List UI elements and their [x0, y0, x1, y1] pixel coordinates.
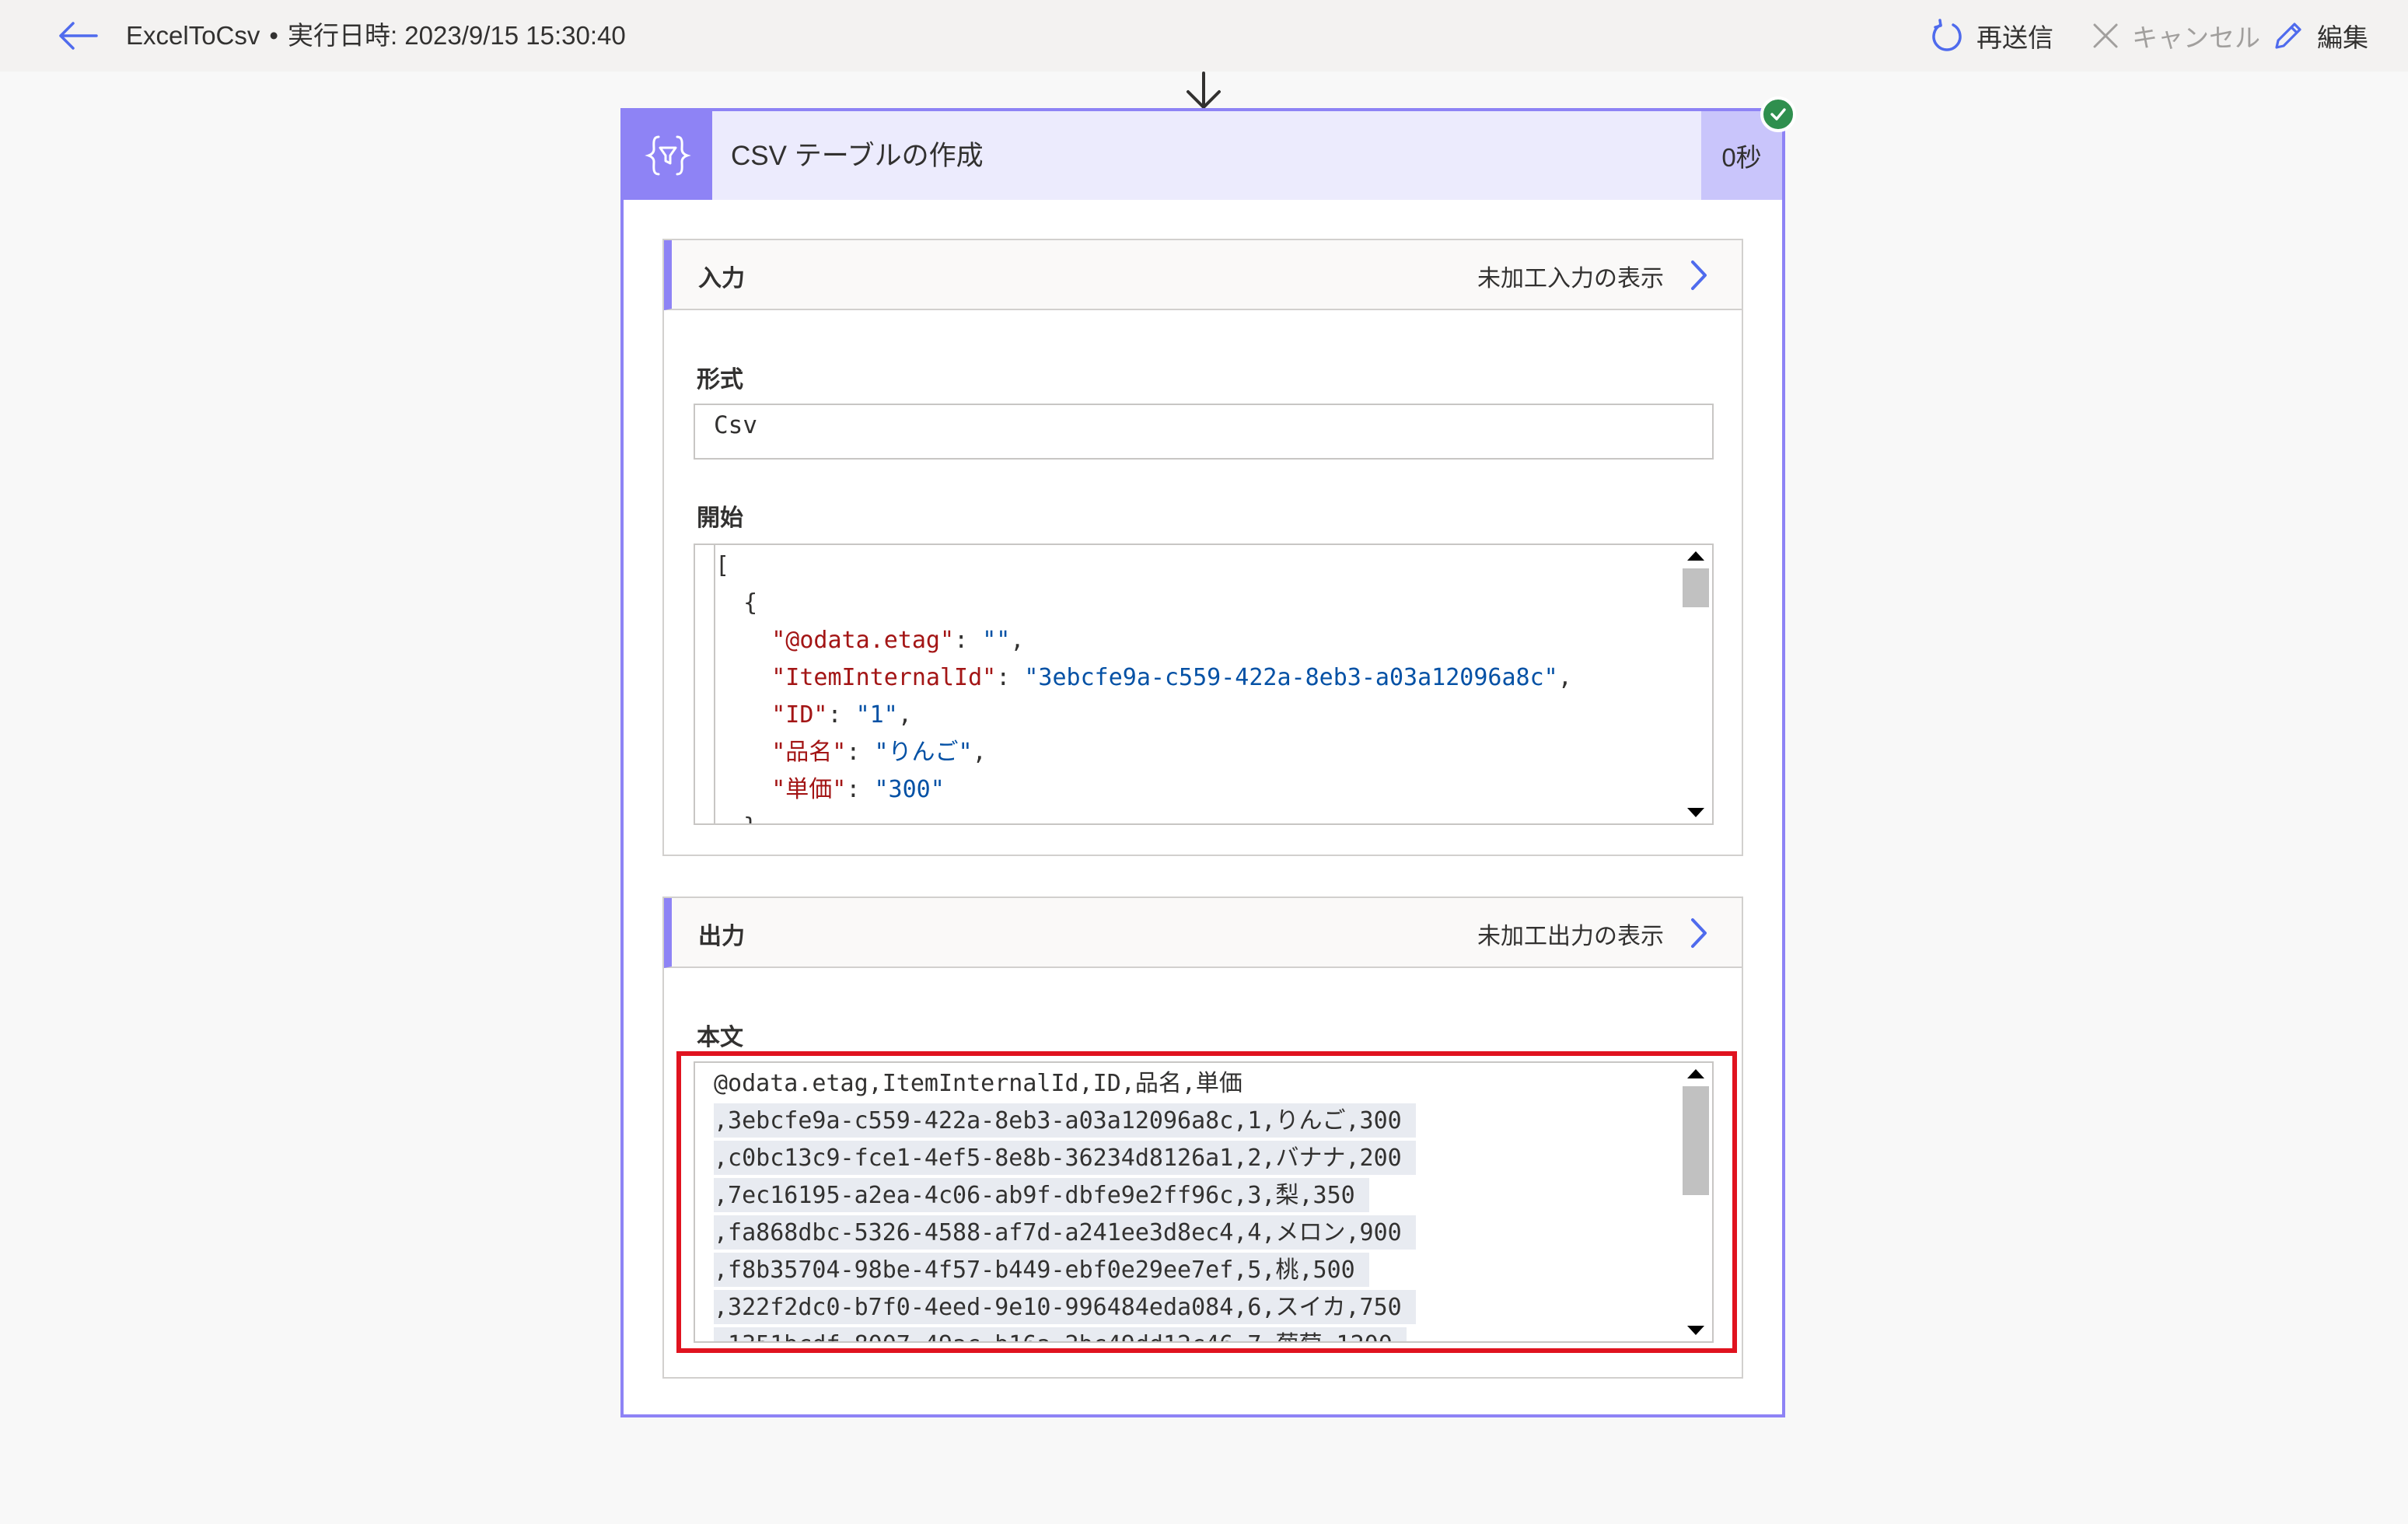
- run-timestamp: 実行日時: 2023/9/15 15:30:40: [287, 21, 626, 50]
- run-title: ExcelToCsv • 実行日時: 2023/9/15 15:30:40: [126, 19, 626, 53]
- json-line: "品名": "りんご",: [715, 735, 987, 771]
- json-line: },: [715, 809, 771, 823]
- json-line: "ID": "1",: [715, 697, 912, 733]
- connector-arrow-icon: [1187, 72, 1221, 109]
- json-key: "ID": [771, 701, 828, 729]
- command-bar: ExcelToCsv • 実行日時: 2023/9/15 15:30:40 再送信 …: [0, 0, 2408, 72]
- action-title: CSV テーブルの作成: [731, 141, 984, 171]
- show-raw-outputs-link[interactable]: 未加工出力の表示: [1477, 917, 1664, 951]
- refresh-icon: [1932, 19, 1962, 51]
- scrollbar-thumb[interactable]: [1683, 568, 1709, 607]
- resubmit-button[interactable]: 再送信: [1930, 16, 2053, 56]
- chevron-right-icon[interactable]: [1687, 257, 1711, 293]
- json-punctuation: ,: [1010, 627, 1025, 654]
- json-line: "ItemInternalId": "3ebcfe9a-c559-422a-8e…: [715, 660, 1572, 696]
- scrollbar-thumb[interactable]: [1683, 1086, 1709, 1195]
- csv-row-line: ,3ebcfe9a-c559-422a-8eb3-a03a12096a8c,1,…: [714, 1103, 1416, 1138]
- body-csv-viewer[interactable]: @odata.etag,ItemInternalId,ID,品名,単価 ,3ebc…: [694, 1061, 1714, 1343]
- action-card: CSV テーブルの作成 0秒 入力 未加工入力の表示 形式 Csv 開始 [ {…: [620, 108, 1785, 1417]
- json-code: [ { "@odata.etag": "", "ItemInternalId":…: [714, 545, 1673, 823]
- json-punctuation: [715, 739, 771, 766]
- outputs-header: 出力 未加工出力の表示: [664, 898, 1742, 968]
- csv-row-line: ,f8b35704-98be-4f57-b449-ebf0e29ee7ef,5,…: [714, 1253, 1369, 1287]
- outputs-title: 出力: [698, 924, 745, 949]
- csv-row-line: ,c0bc13c9-fce1-4ef5-8e8b-36234d8126a1,2,…: [714, 1141, 1416, 1175]
- duration-value: 0秒: [1721, 143, 1762, 172]
- scroll-up-arrow-icon[interactable]: [1687, 551, 1704, 561]
- json-key: "@odata.etag": [771, 627, 955, 654]
- json-punctuation: :: [846, 739, 875, 766]
- json-string: "3ebcfe9a-c559-422a-8eb3-a03a12096a8c": [1024, 664, 1558, 691]
- csv-row-line: ,fa868dbc-5326-4588-af7d-a241ee3d8ec4,4,…: [714, 1215, 1416, 1250]
- edit-button[interactable]: 編集: [2272, 16, 2368, 56]
- back-arrow-icon[interactable]: [58, 20, 98, 51]
- resubmit-label: 再送信: [1976, 23, 2053, 52]
- json-punctuation: ,: [1557, 664, 1572, 691]
- edit-label: 編集: [2317, 23, 2368, 52]
- json-punctuation: :: [996, 664, 1025, 691]
- cancel-label: キャンセル: [2132, 23, 2260, 52]
- close-icon: [2093, 23, 2118, 48]
- csv-row-line: ,7ec16195-a2ea-4c06-ab9f-dbfe9e2ff96c,3,…: [714, 1178, 1369, 1212]
- success-check-icon: [1760, 96, 1796, 132]
- format-value: Csv: [714, 411, 757, 439]
- inputs-header: 入力 未加工入力の表示: [664, 240, 1742, 310]
- json-punctuation: {: [715, 589, 758, 617]
- json-punctuation: [715, 776, 771, 803]
- scroll-down-arrow-icon[interactable]: [1687, 808, 1704, 817]
- from-scrollbar[interactable]: [1681, 545, 1712, 823]
- json-key: "ItemInternalId": [771, 664, 997, 691]
- json-punctuation: },: [715, 813, 771, 823]
- json-punctuation: ,: [897, 701, 912, 729]
- csv-header-line: @odata.etag,ItemInternalId,ID,品名,単価: [714, 1070, 1242, 1097]
- json-punctuation: :: [954, 627, 983, 654]
- from-label: 開始: [697, 505, 743, 531]
- body-scrollbar[interactable]: [1681, 1063, 1712, 1341]
- outputs-section: 出力 未加工出力の表示 本文 @odata.etag,ItemInternalI…: [662, 897, 1743, 1379]
- json-line: "@odata.etag": "",: [715, 623, 1024, 659]
- body-label: 本文: [697, 1025, 743, 1050]
- flow-name: ExcelToCsv: [126, 21, 260, 50]
- chevron-right-icon[interactable]: [1687, 915, 1711, 951]
- json-line: [: [715, 548, 729, 584]
- json-punctuation: [715, 627, 771, 654]
- inputs-section: 入力 未加工入力の表示 形式 Csv 開始 [ { "@odata.etag":…: [662, 239, 1743, 856]
- json-punctuation: [715, 701, 771, 729]
- format-field[interactable]: Csv: [694, 404, 1714, 460]
- csv-row-line: ,322f2dc0-b7f0-4eed-9e10-996484eda084,6,…: [714, 1290, 1416, 1324]
- data-operation-icon: [645, 135, 691, 176]
- json-line: "単価": "300": [715, 772, 945, 808]
- json-punctuation: ,: [972, 739, 987, 766]
- json-punctuation: [715, 664, 771, 691]
- json-key: "品名": [771, 739, 847, 766]
- json-key: "単価": [771, 776, 847, 803]
- csv-text: @odata.etag,ItemInternalId,ID,品名,単価 ,3ebc…: [714, 1063, 1673, 1341]
- action-icon-tile: [624, 111, 712, 200]
- format-label: 形式: [697, 367, 743, 393]
- json-string: "": [982, 627, 1011, 654]
- json-string: "300": [874, 776, 945, 803]
- scroll-down-arrow-icon[interactable]: [1687, 1326, 1704, 1335]
- from-json-viewer[interactable]: [ { "@odata.etag": "", "ItemInternalId":…: [694, 544, 1714, 825]
- show-raw-inputs-link[interactable]: 未加工入力の表示: [1477, 259, 1664, 293]
- cancel-button[interactable]: キャンセル: [2092, 16, 2260, 56]
- json-punctuation: :: [846, 776, 875, 803]
- json-string: "1": [855, 701, 898, 729]
- inputs-title: 入力: [698, 266, 745, 292]
- action-card-header[interactable]: CSV テーブルの作成 0秒: [624, 111, 1782, 200]
- json-string: "りんご": [874, 739, 973, 766]
- json-punctuation: :: [827, 701, 856, 729]
- csv-row-line: ,1351bcdf-8007-49ac-b16a-2bc49dd12c46,7,…: [714, 1327, 1407, 1341]
- json-line: {: [715, 585, 757, 621]
- pencil-icon: [2275, 23, 2301, 49]
- json-punctuation: [: [715, 552, 730, 579]
- title-separator: •: [269, 21, 278, 50]
- scroll-up-arrow-icon[interactable]: [1687, 1069, 1704, 1078]
